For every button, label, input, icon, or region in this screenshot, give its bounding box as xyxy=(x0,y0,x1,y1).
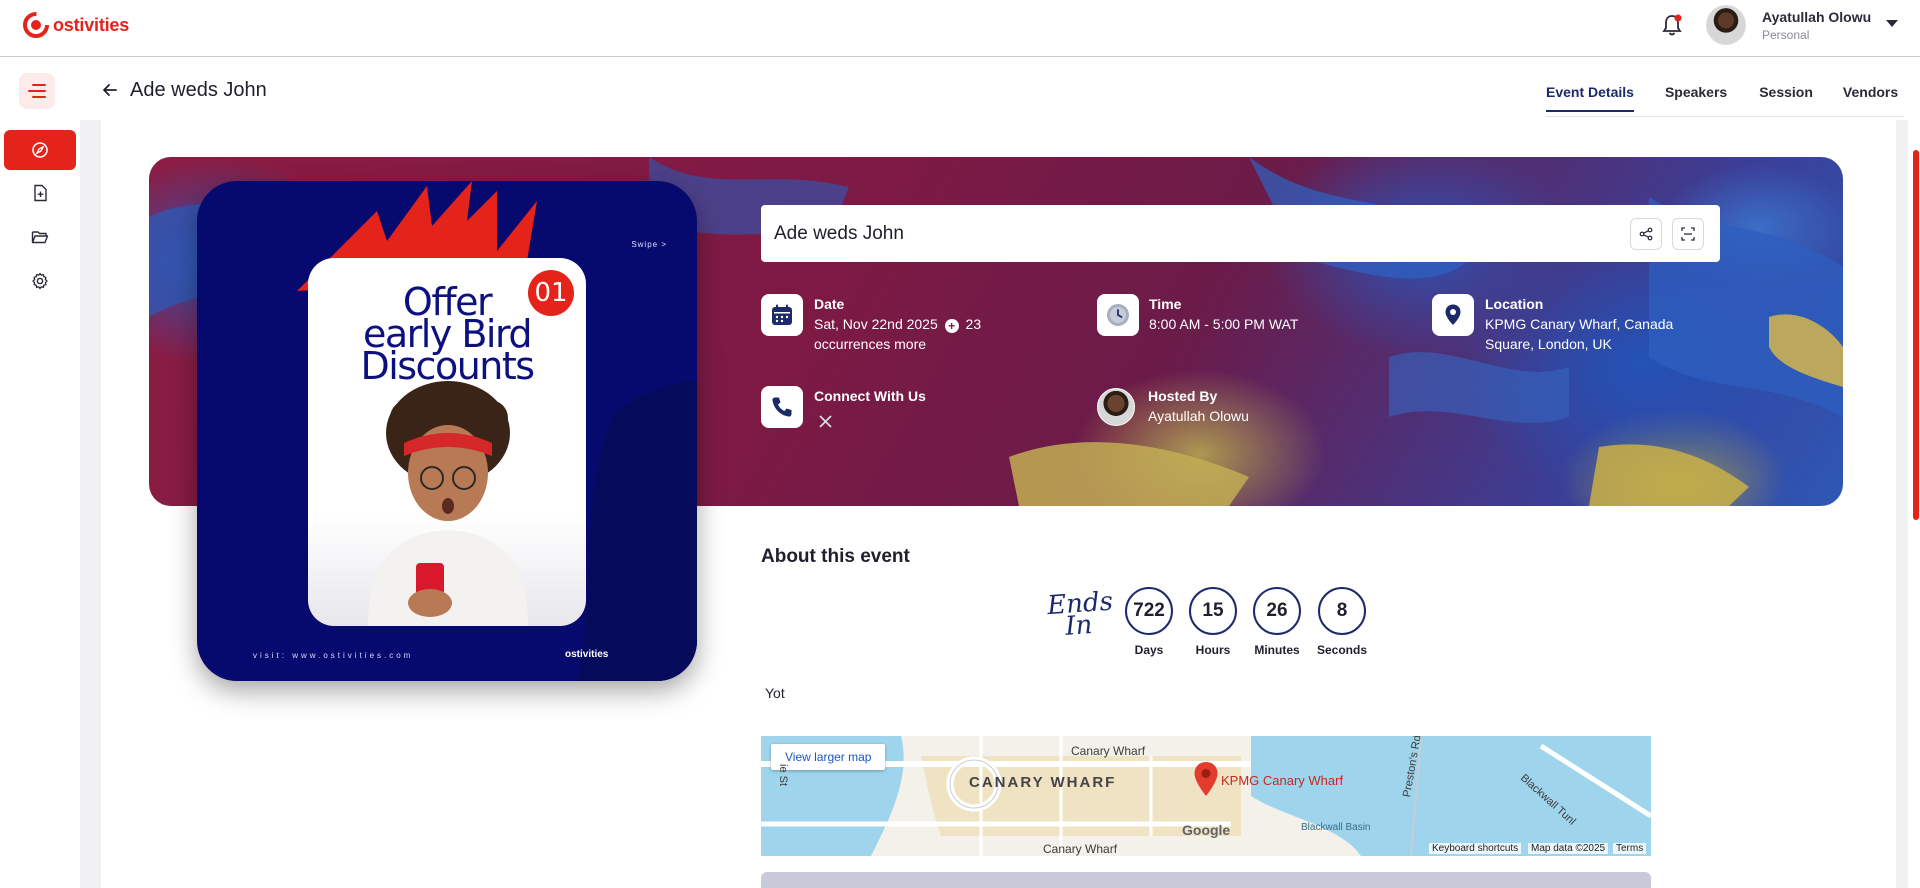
date-icon-box xyxy=(761,294,803,336)
next-section-bar xyxy=(761,872,1651,888)
logo-text: ostivities xyxy=(53,14,130,35)
map-keyboard-shortcuts[interactable]: Keyboard shortcuts xyxy=(1429,843,1522,854)
countdown-minutes: 26 xyxy=(1253,587,1301,635)
back-arrow-icon[interactable] xyxy=(100,80,120,100)
chevron-down-icon[interactable] xyxy=(1886,20,1898,27)
time-value: 8:00 AM - 5:00 PM WAT xyxy=(1149,316,1299,332)
content-panel-right-edge xyxy=(1896,120,1908,888)
poster-footer-website: visit: www.ostivities.com xyxy=(253,651,414,660)
countdown-days: 722 xyxy=(1125,587,1173,635)
map-pin-icon[interactable] xyxy=(1193,761,1219,797)
plus-circle-icon[interactable]: + xyxy=(944,319,959,333)
location-pin-icon xyxy=(1445,304,1461,325)
share-button[interactable] xyxy=(1630,218,1662,250)
tabs-underline xyxy=(1546,116,1904,117)
event-title-card: Ade weds John xyxy=(761,205,1720,262)
notification-bell-icon[interactable] xyxy=(1660,13,1684,39)
location-map[interactable]: View larger map Canary Wharf CANARY WHAR… xyxy=(761,736,1651,856)
tab-event-details[interactable]: Event Details xyxy=(1546,84,1634,112)
countdown-minutes-label: Minutes xyxy=(1254,643,1300,657)
hosted-value[interactable]: Ayatullah Olowu xyxy=(1148,406,1249,426)
time-icon-box xyxy=(1097,294,1139,336)
countdown-days-label: Days xyxy=(1134,643,1164,657)
sidebar-item-create[interactable] xyxy=(28,181,52,205)
date-label: Date xyxy=(814,296,845,312)
host-avatar[interactable] xyxy=(1097,388,1135,426)
location-icon-box xyxy=(1432,294,1474,336)
date-value: Sat, Nov 22nd 2025 xyxy=(814,316,938,332)
scan-icon xyxy=(1681,227,1695,241)
event-title: Ade weds John xyxy=(774,223,904,244)
top-header: ostivities Ayatullah Olowu Personal xyxy=(0,0,1920,57)
about-title: About this event xyxy=(761,546,910,567)
scrollbar-thumb[interactable] xyxy=(1913,150,1919,520)
map-street-label: ie St xyxy=(777,764,789,787)
event-poster-image: Swipe > 01 Offer early Bird Discounts vi… xyxy=(197,181,697,681)
google-logo: Google xyxy=(1182,822,1231,838)
tab-session[interactable]: Session xyxy=(1759,84,1813,112)
sidebar-item-folders[interactable] xyxy=(28,225,52,249)
poster-woman-illustration xyxy=(368,381,528,626)
countdown-seconds: 8 xyxy=(1318,587,1366,635)
logo-swirl-icon xyxy=(23,12,49,38)
countdown-hours: 15 xyxy=(1189,587,1237,635)
gear-icon xyxy=(32,272,48,290)
date-value-block: Sat, Nov 22nd 2025 + 23 occurrences more xyxy=(814,314,994,354)
map-area-label: CANARY WHARF xyxy=(969,774,1117,791)
map-station-top: Canary Wharf xyxy=(1071,744,1146,758)
event-tabs: Event Details Speakers Session Vendors xyxy=(1546,84,1898,112)
event-description: Yot xyxy=(765,685,785,701)
tab-speakers[interactable]: Speakers xyxy=(1665,84,1727,112)
hosted-label: Hosted By xyxy=(1148,388,1218,404)
sidebar-item-discover[interactable] xyxy=(4,130,76,170)
poster-card: 01 Offer early Bird Discounts xyxy=(308,258,586,626)
countdown-hours-label: Hours xyxy=(1195,643,1231,657)
ends-in-script: Ends In xyxy=(1046,586,1114,642)
user-avatar[interactable] xyxy=(1706,5,1746,45)
sidebar-item-settings[interactable] xyxy=(28,269,52,293)
share-icon xyxy=(1639,227,1653,241)
user-role: Personal xyxy=(1762,28,1810,42)
map-basin-label: Blackwall Basin xyxy=(1301,822,1371,833)
page-title: Ade weds John xyxy=(130,79,267,101)
map-terms-link[interactable]: Terms xyxy=(1613,843,1647,854)
connect-label: Connect With Us xyxy=(814,388,926,404)
clock-icon xyxy=(1107,304,1129,326)
folder-open-icon xyxy=(31,231,49,244)
content-panel-left-edge xyxy=(80,120,101,888)
poster-footer-brand: ostivities xyxy=(565,649,609,660)
poster-swipe-text: Swipe > xyxy=(631,240,667,249)
compass-icon xyxy=(32,142,48,158)
add-document-icon xyxy=(34,184,47,202)
calendar-icon xyxy=(772,304,792,325)
hamburger-icon xyxy=(28,84,46,98)
scan-button[interactable] xyxy=(1672,218,1704,250)
connect-icon-box xyxy=(761,386,803,428)
ostivities-logo[interactable]: ostivities xyxy=(22,11,129,39)
phone-icon xyxy=(772,397,792,417)
countdown-seconds-label: Seconds xyxy=(1316,643,1367,657)
time-label: Time xyxy=(1149,296,1182,312)
location-label: Location xyxy=(1485,296,1544,312)
tab-vendors[interactable]: Vendors xyxy=(1843,84,1898,112)
hamburger-menu-button[interactable] xyxy=(19,73,55,109)
x-twitter-icon[interactable] xyxy=(819,415,832,428)
user-name: Ayatullah Olowu xyxy=(1762,9,1872,25)
location-value[interactable]: KPMG Canary Wharf, Canada Square, London… xyxy=(1485,314,1685,354)
map-data-credit: Map data ©2025 xyxy=(1528,843,1609,854)
map-pin-label: KPMG Canary Wharf xyxy=(1221,773,1344,788)
map-station-bottom: Canary Wharf xyxy=(1043,842,1118,856)
